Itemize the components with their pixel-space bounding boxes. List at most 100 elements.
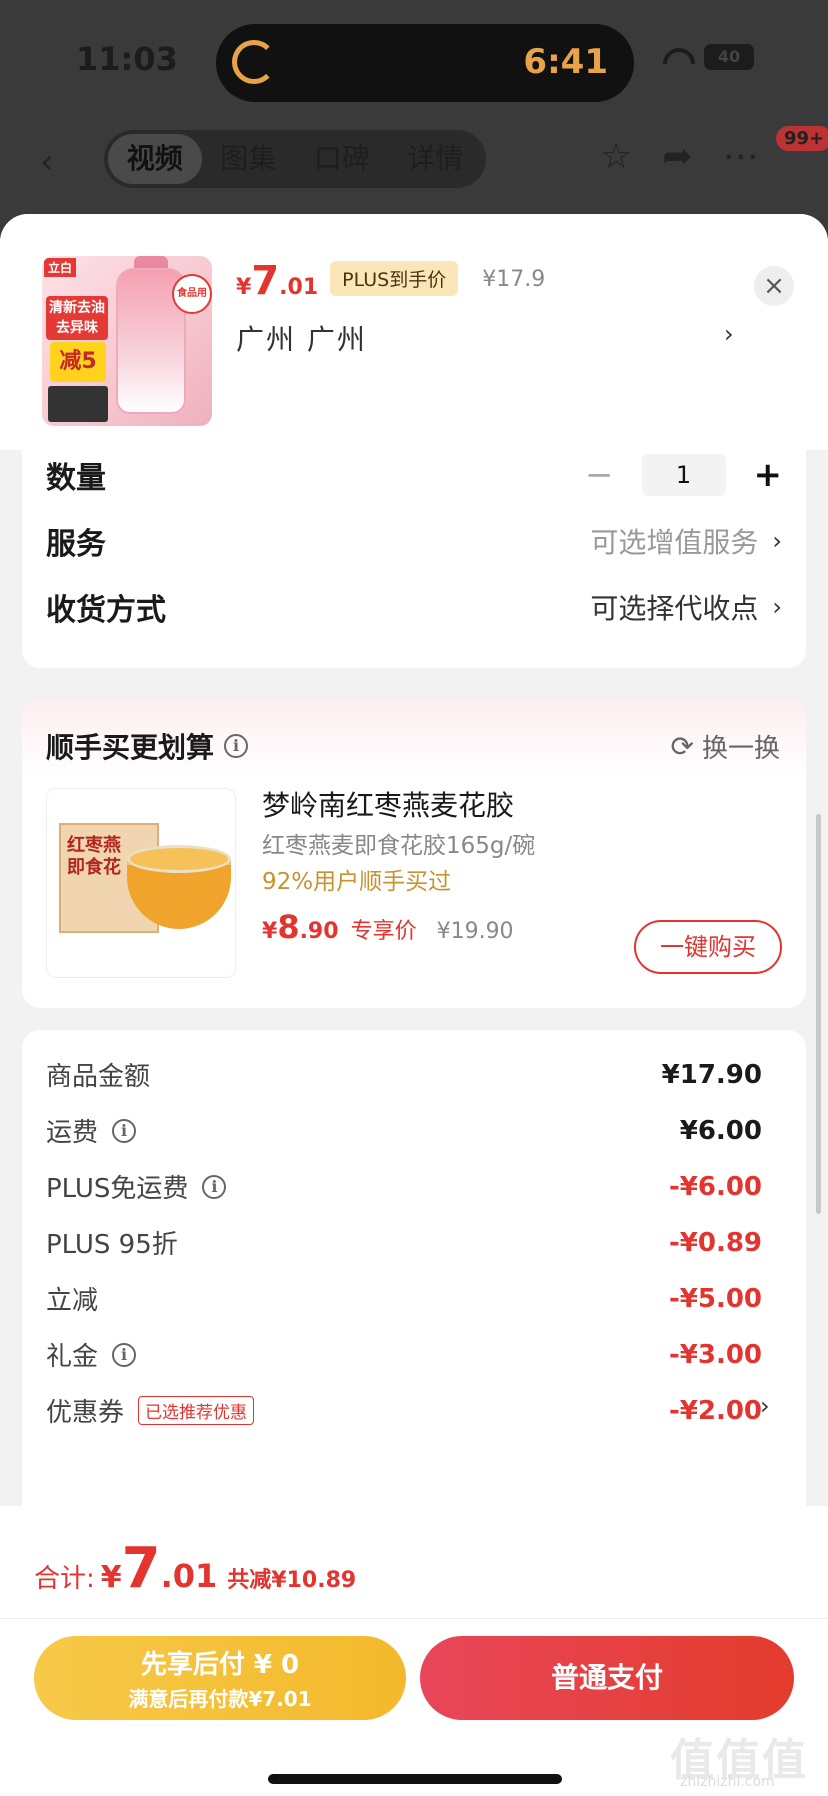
- summary-value: -¥2.00: [668, 1395, 762, 1426]
- delivery-location[interactable]: 广州 广州: [236, 318, 367, 358]
- delivery-method-row[interactable]: 收货方式 可选择代收点 ›: [46, 582, 782, 632]
- summary-label-text: 礼金: [46, 1342, 99, 1372]
- footer-divider: [0, 1618, 828, 1619]
- location-chevron-icon[interactable]: ›: [724, 320, 734, 348]
- increase-button[interactable]: +: [754, 455, 783, 495]
- status-bar: 11:03 6:41 40: [0, 0, 828, 120]
- summary-label: 商品金额: [46, 1056, 150, 1093]
- total-label: 合计:: [34, 1564, 95, 1594]
- upsell-price-decimal: .90: [299, 919, 339, 944]
- pay-later-sub: 满意后再付款¥7.01: [128, 1687, 312, 1711]
- summary-label: 立减: [46, 1280, 98, 1317]
- tab-gallery[interactable]: 图集: [202, 134, 296, 184]
- timer-ring-icon: [232, 40, 276, 84]
- food-grade-badge: 食品用: [172, 274, 212, 314]
- total-price: 合计: ¥ 7 .01 共减¥10.89: [34, 1536, 356, 1601]
- summary-row: PLUS 95折 -¥0.89: [46, 1224, 762, 1261]
- battery-icon: 40: [704, 44, 754, 70]
- summary-label-text: PLUS 95折: [46, 1230, 178, 1260]
- star-icon[interactable]: ☆: [600, 136, 632, 177]
- upsell-price: ¥ 8 .90 专享价 ¥19.90: [262, 908, 514, 946]
- one-click-buy-button[interactable]: 一键购买: [634, 920, 782, 974]
- upsell-product-name[interactable]: 梦岭南红枣燕麦花胶: [262, 784, 514, 824]
- total-integer: 7: [121, 1536, 161, 1601]
- refresh-icon: ⟳: [670, 730, 694, 763]
- summary-value: -¥5.00: [668, 1283, 762, 1314]
- info-icon[interactable]: i: [112, 1118, 137, 1143]
- options-card: 数量 − 1 + 服务 可选增值服务 › 收货方式 可选择代收点 ›: [22, 450, 806, 668]
- delivery-method-value: 可选择代收点 ›: [590, 587, 782, 627]
- summary-value: -¥0.89: [668, 1227, 762, 1258]
- dynamic-island: 6:41: [216, 24, 634, 102]
- coupon-chevron-icon[interactable]: ›: [760, 1392, 770, 1420]
- info-icon[interactable]: i: [112, 1342, 137, 1367]
- quantity-stepper: − 1 +: [585, 454, 782, 496]
- exclusive-price-label: 专享价: [350, 919, 417, 944]
- timer-text: 6:41: [523, 42, 608, 82]
- background-app: 11:03 6:41 40 ‹ 视频 图集 口碑 详情 ☆ ➦ ⋯ 99+: [0, 0, 828, 240]
- info-icon[interactable]: i: [224, 734, 249, 758]
- summary-label-text: 商品金额: [46, 1062, 151, 1092]
- back-icon[interactable]: ‹: [40, 142, 54, 182]
- summary-row: PLUS免运费 i -¥6.00: [46, 1168, 762, 1205]
- upsell-title-text: 顺手买更划算: [46, 731, 215, 764]
- service-value: 可选增值服务 ›: [590, 521, 782, 561]
- original-price: ¥17.9: [482, 267, 546, 292]
- more-icon[interactable]: ⋯: [722, 136, 758, 177]
- upsell-product-image[interactable]: 红枣燕 即食花: [46, 788, 236, 978]
- tab-video[interactable]: 视频: [108, 134, 202, 184]
- delivery-method-label: 收货方式: [46, 593, 166, 628]
- refresh-button[interactable]: ⟳ 换一换: [671, 728, 780, 765]
- upsell-price-symbol: ¥: [262, 919, 278, 944]
- coupon-tag: 已选推荐优惠: [138, 1396, 255, 1425]
- product-image: 立白 清新去油 去异味 减5 食品用: [42, 256, 212, 426]
- refresh-label: 换一换: [701, 734, 780, 764]
- product-discount-tag: 减5: [50, 342, 106, 382]
- bowl-top-shape: [127, 845, 231, 873]
- upsell-price-integer: 8: [277, 908, 300, 946]
- quantity-input[interactable]: 1: [641, 454, 726, 496]
- brand-logo: 立白: [44, 258, 77, 277]
- product-header: 立白 清新去油 去异味 减5 食品用 ¥ 7 .01 PLUS到手价 ¥17.9…: [0, 214, 828, 450]
- summary-row: 商品金额 ¥17.90: [46, 1056, 762, 1093]
- coupon-row[interactable]: 优惠券 已选推荐优惠 -¥2.00: [46, 1392, 762, 1429]
- normal-pay-button[interactable]: 普通支付: [420, 1636, 794, 1720]
- watermark-url: zhizhizhi.com: [680, 1774, 775, 1790]
- quantity-row: 数量 − 1 +: [46, 450, 782, 500]
- chevron-right-icon: ›: [772, 593, 782, 621]
- price-summary-card: 商品金额 ¥17.90 运费 i ¥6.00 PLUS免运费 i -¥6.00 PL…: [22, 1030, 806, 1530]
- tab-details[interactable]: 详情: [389, 134, 483, 184]
- summary-value: ¥6.00: [679, 1115, 762, 1146]
- service-row[interactable]: 服务 可选增值服务 ›: [46, 516, 782, 566]
- close-button[interactable]: ×: [754, 266, 794, 306]
- product-promo-tag: 清新去油 去异味: [46, 296, 108, 340]
- product-box-text: 红枣燕 即食花: [67, 835, 121, 878]
- product-price: ¥ 7 .01 PLUS到手价 ¥17.9: [236, 258, 545, 304]
- service-value-text: 可选增值服务: [590, 526, 759, 559]
- decrease-button[interactable]: −: [585, 455, 614, 495]
- summary-label: PLUS 95折: [46, 1224, 178, 1261]
- scrollbar[interactable]: [816, 814, 821, 1214]
- summary-label: 优惠券 已选推荐优惠: [46, 1392, 255, 1429]
- upsell-card: 顺手买更划算 i ⟳ 换一换 红枣燕 即食花 梦岭南红枣燕麦花胶 红枣燕麦即食花…: [22, 698, 806, 1008]
- share-icon[interactable]: ➦: [662, 136, 692, 177]
- tab-reviews[interactable]: 口碑: [295, 134, 389, 184]
- notification-badge: 99+: [776, 126, 828, 151]
- checkout-footer: 合计: ¥ 7 .01 共减¥10.89 先享后付 ¥ 0 满意后再付款¥7.0…: [0, 1506, 828, 1796]
- quantity-label: 数量: [46, 461, 106, 496]
- summary-value: ¥17.90: [661, 1059, 762, 1090]
- pay-later-button[interactable]: 先享后付 ¥ 0 满意后再付款¥7.01: [34, 1636, 406, 1720]
- home-indicator[interactable]: [268, 1774, 562, 1784]
- summary-label: PLUS免运费 i: [46, 1168, 227, 1205]
- upsell-product-spec: 红枣燕麦即食花胶165g/碗: [262, 833, 536, 859]
- price-decimal: .01: [279, 275, 319, 300]
- plus-price-tag: PLUS到手价: [330, 261, 459, 296]
- summary-label-text: PLUS免运费: [46, 1174, 189, 1204]
- summary-row: 立减 -¥5.00: [46, 1280, 762, 1317]
- total-decimal: .01: [160, 1557, 218, 1595]
- chevron-right-icon: ›: [772, 527, 782, 555]
- info-icon[interactable]: i: [202, 1174, 227, 1199]
- upsell-title: 顺手买更划算 i: [46, 726, 249, 766]
- nav-row: ‹ 视频 图集 口碑 详情 ☆ ➦ ⋯: [0, 128, 828, 188]
- price-symbol: ¥: [236, 275, 252, 300]
